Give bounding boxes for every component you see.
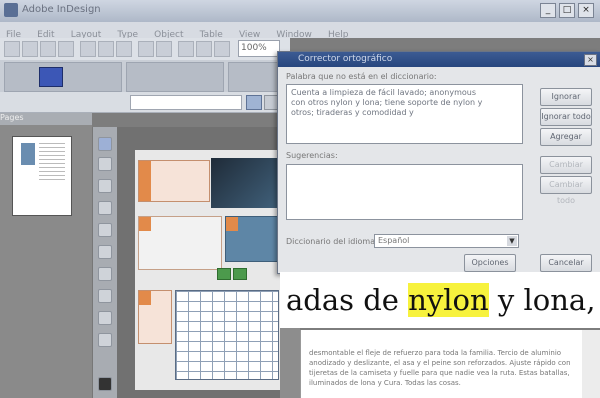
menu-bar: File Edit Layout Type Object Table View … <box>0 22 600 40</box>
thumbnail-text <box>39 143 65 183</box>
layout-table[interactable] <box>175 290 279 380</box>
window-controls: _ □ × <box>540 3 594 18</box>
language-select[interactable]: Español ▼ <box>374 234 519 248</box>
frame-handle-icon[interactable] <box>217 268 231 280</box>
selection-tool-icon[interactable] <box>98 137 112 151</box>
paste-icon[interactable] <box>116 41 132 57</box>
highlighted-word: nylon <box>408 283 489 317</box>
cut-icon[interactable] <box>80 41 96 57</box>
redo-icon[interactable] <box>156 41 172 57</box>
text-after-highlight: y lona, <box>488 283 596 317</box>
control-panel-row2 <box>0 92 285 113</box>
line-tool-icon[interactable] <box>98 245 112 259</box>
menu-help[interactable]: Help <box>328 30 349 40</box>
copy-icon[interactable] <box>98 41 114 57</box>
pencil-tool-icon[interactable] <box>98 223 112 237</box>
document-margin <box>280 328 300 398</box>
pages-panel-title: Pages <box>0 113 92 125</box>
not-found-label: Palabra que no está en el diccionario: <box>286 72 437 81</box>
scissors-tool-icon[interactable] <box>98 311 112 325</box>
cancel-button[interactable]: Cancelar <box>540 254 592 272</box>
zoom-select[interactable]: 100% <box>238 40 280 57</box>
suggestions-label: Sugerencias: <box>286 151 338 160</box>
text-before-highlight: adas de <box>286 283 409 317</box>
view-icon[interactable] <box>214 41 230 57</box>
layout-card-2[interactable] <box>138 216 222 270</box>
add-button[interactable]: Agregar <box>540 128 592 146</box>
control-panel <box>0 60 285 92</box>
new-icon[interactable] <box>4 41 20 57</box>
pen-tool-icon[interactable] <box>98 179 112 193</box>
app-logo-icon <box>4 3 18 17</box>
direct-selection-tool-icon[interactable] <box>98 157 112 171</box>
close-button[interactable]: × <box>578 3 594 18</box>
not-found-text: Cuenta a limpieza de fácil lavado; anony… <box>291 88 483 117</box>
layout-card-1[interactable] <box>138 160 210 202</box>
dialog-close-icon[interactable]: × <box>584 54 597 66</box>
zoomed-text-line: adas de nylon y lona, <box>280 272 600 328</box>
app-title: Adobe InDesign <box>22 4 101 15</box>
ignore-all-button[interactable]: Ignorar todo <box>540 108 592 126</box>
layout-card-4[interactable] <box>138 290 172 344</box>
layout-card-3[interactable] <box>225 216 281 262</box>
body-paragraph: desmontable el fleje de refuerzo para to… <box>309 349 571 387</box>
layout-photo[interactable] <box>211 158 277 208</box>
suggestions-list[interactable] <box>286 164 523 220</box>
undo-icon[interactable] <box>138 41 154 57</box>
chevron-down-icon[interactable]: ▼ <box>507 236 517 246</box>
tools-panel <box>92 127 118 398</box>
control-group-position[interactable] <box>4 62 122 92</box>
document-page[interactable] <box>135 150 283 390</box>
thumbnail-image <box>21 143 35 165</box>
fill-stroke-icon[interactable] <box>98 377 112 391</box>
style-field[interactable] <box>130 95 242 110</box>
ignore-button[interactable]: Ignorar <box>540 88 592 106</box>
print-icon[interactable] <box>58 41 74 57</box>
dialog-title: Corrector ortográfico <box>298 54 393 64</box>
options-button[interactable]: Opciones <box>464 254 516 272</box>
minimize-button[interactable]: _ <box>540 3 556 18</box>
maximize-button[interactable]: □ <box>559 3 575 18</box>
control-group-style[interactable] <box>228 62 284 92</box>
rectangle-frame-tool-icon[interactable] <box>98 267 112 281</box>
save-icon[interactable] <box>40 41 56 57</box>
language-value: Español <box>378 236 410 245</box>
language-label: Diccionario del idioma: <box>286 237 378 246</box>
table-icon[interactable] <box>246 95 262 110</box>
change-button[interactable]: Cambiar <box>540 156 592 174</box>
type-tool-icon[interactable] <box>98 201 112 215</box>
document-body[interactable]: desmontable el fleje de refuerzo para to… <box>300 330 600 398</box>
change-all-button[interactable]: Cambiar todo <box>540 176 592 205</box>
rectangle-tool-icon[interactable] <box>98 289 112 303</box>
app-title-bar: Adobe InDesign _ □ × <box>0 0 600 23</box>
vertical-scrollbar[interactable] <box>582 330 600 398</box>
spell-check-dialog: Corrector ortográfico × Palabra que no e… <box>277 51 600 274</box>
gradient-tool-icon[interactable] <box>98 333 112 347</box>
not-found-textarea[interactable]: Cuenta a limpieza de fácil lavado; anony… <box>286 84 523 144</box>
frame-icon[interactable] <box>178 41 194 57</box>
page-thumbnail[interactable] <box>12 136 72 216</box>
dialog-title-bar: Corrector ortográfico × <box>278 52 600 67</box>
reference-point-icon[interactable] <box>39 67 63 87</box>
grid-icon[interactable] <box>196 41 212 57</box>
control-group-size[interactable] <box>126 62 224 92</box>
open-icon[interactable] <box>22 41 38 57</box>
frame-handle-icon[interactable] <box>233 268 247 280</box>
